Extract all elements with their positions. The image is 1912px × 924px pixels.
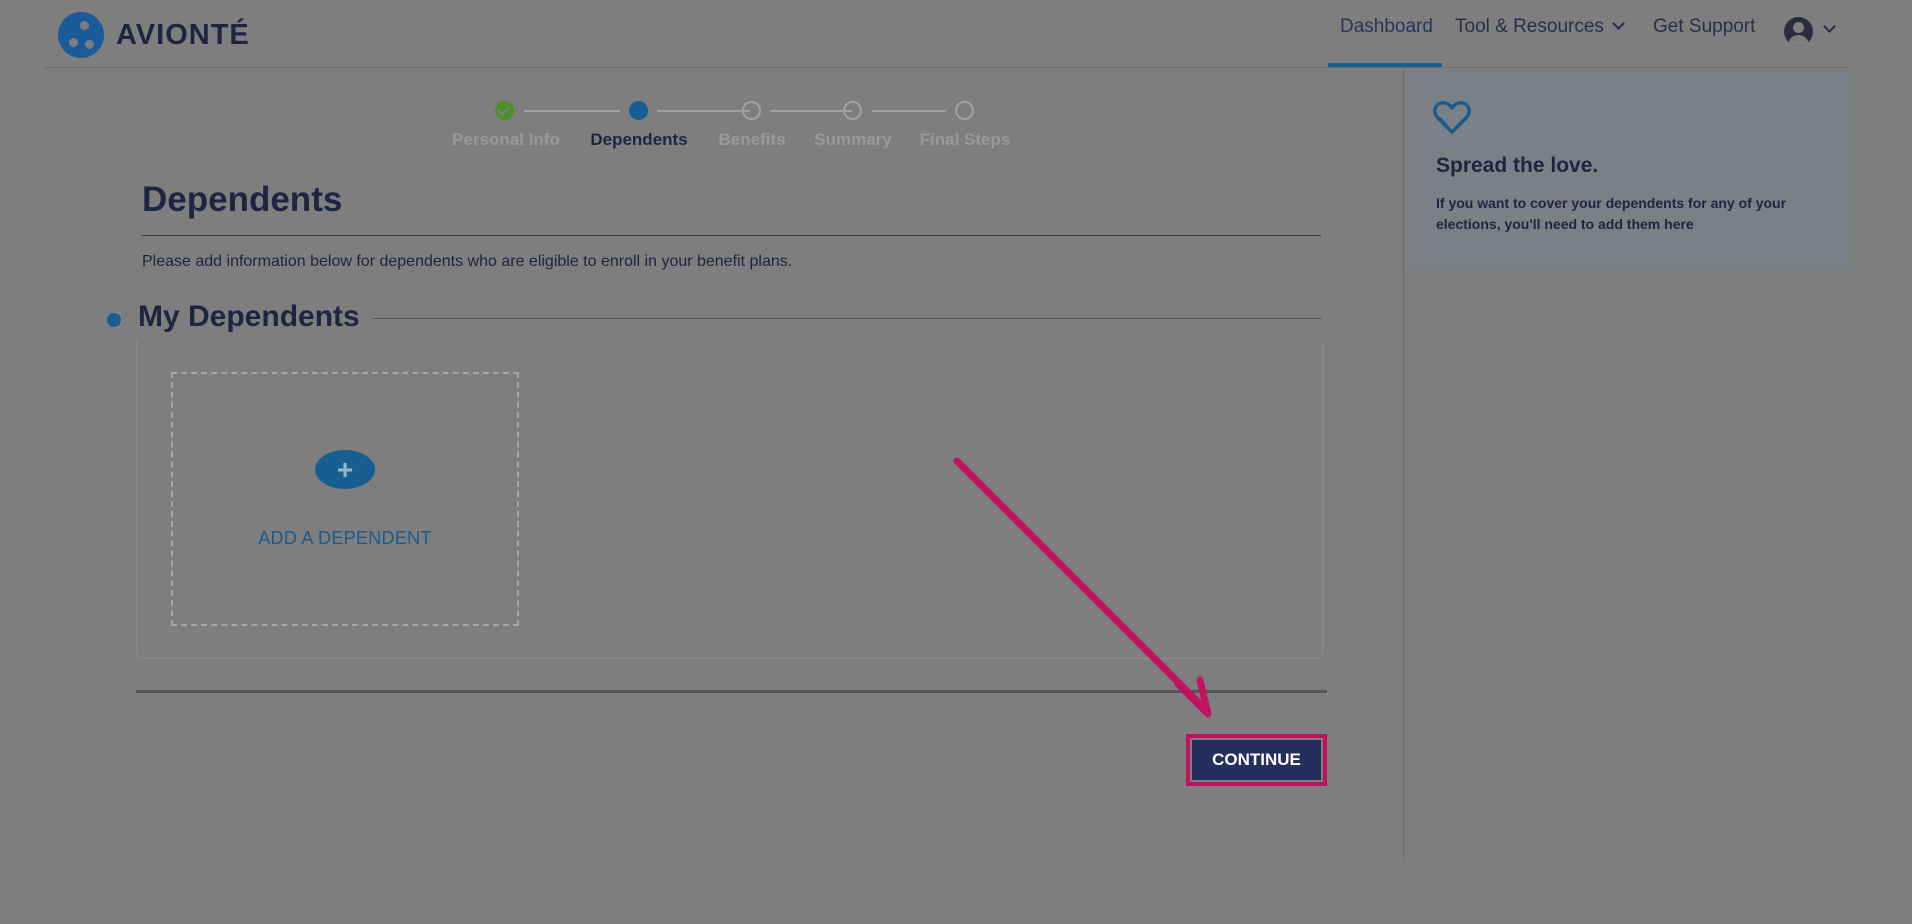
sidebar-title: Spread the love. [1436,154,1599,177]
continue-button[interactable]: CONTINUE [1192,740,1321,780]
sidebar-text: If you want to cover your dependents for… [1436,195,1787,232]
heart-icon [1433,101,1471,134]
